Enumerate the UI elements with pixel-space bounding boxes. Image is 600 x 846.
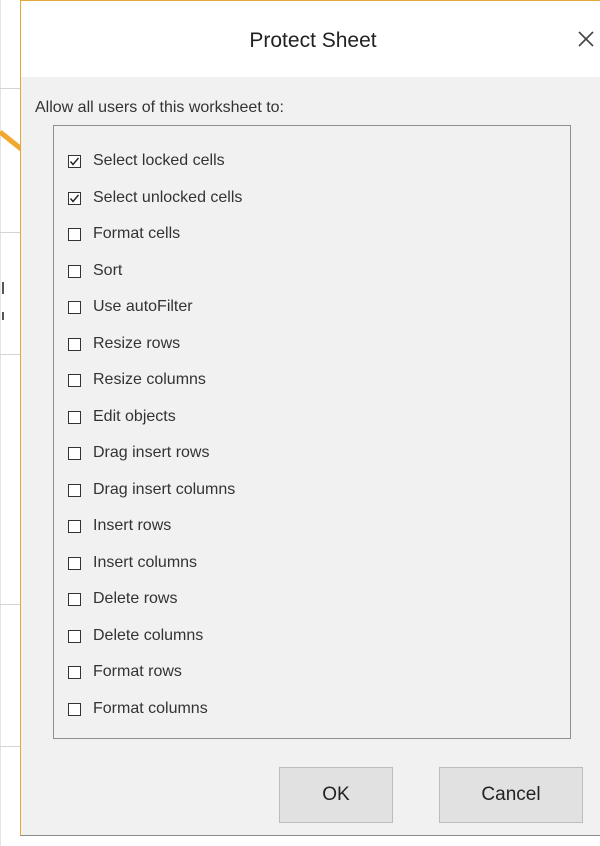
permission-option-label: Drag insert rows [93, 444, 210, 461]
permission-option[interactable]: Format columns [68, 697, 208, 721]
sheet-cell-marker [2, 312, 4, 320]
permission-option[interactable]: Delete columns [68, 624, 203, 648]
permission-checkbox[interactable] [68, 665, 81, 679]
close-icon [578, 31, 594, 47]
permission-checkbox[interactable] [68, 556, 81, 570]
permission-option[interactable]: Use autoFilter [68, 295, 193, 319]
permission-option-label: Select locked cells [93, 152, 225, 169]
permission-checkbox[interactable] [68, 191, 81, 205]
permission-checkbox[interactable] [68, 373, 81, 387]
permission-option[interactable]: Format cells [68, 222, 180, 246]
sheet-gridline [0, 232, 20, 233]
permission-option[interactable]: Sort [68, 259, 122, 283]
sheet-gridline [0, 746, 20, 747]
ok-button[interactable]: OK [279, 767, 393, 823]
permission-option-label: Delete rows [93, 590, 178, 607]
permission-option-label: Insert columns [93, 554, 198, 571]
sheet-cell-marker [2, 282, 4, 294]
permission-checkbox[interactable] [68, 592, 81, 606]
permission-option-label: Use autoFilter [93, 298, 193, 315]
permission-option-label: Resize columns [93, 371, 206, 388]
checkmark-icon [69, 157, 80, 166]
checkmark-icon [69, 194, 80, 203]
permission-checkbox[interactable] [68, 154, 81, 168]
permission-option[interactable]: Insert columns [68, 551, 197, 575]
permission-option-label: Drag insert columns [93, 481, 236, 498]
permission-option-label: Format rows [93, 663, 182, 680]
permission-option[interactable]: Drag insert rows [68, 441, 209, 465]
permission-option[interactable]: Resize columns [68, 368, 206, 392]
permission-option[interactable]: Resize rows [68, 332, 180, 356]
permission-checkbox[interactable] [68, 337, 81, 351]
permission-checkbox[interactable] [68, 483, 81, 497]
permission-option[interactable]: Drag insert columns [68, 478, 235, 502]
permission-checkbox[interactable] [68, 227, 81, 241]
permission-option-label: Sort [93, 262, 123, 279]
sheet-gridline [0, 604, 20, 605]
dialog-title: Protect Sheet [249, 29, 377, 52]
sheet-gridline [0, 354, 20, 355]
dialog-title-bar: Protect Sheet [21, 1, 600, 77]
permission-option-label: Select unlocked cells [93, 189, 243, 206]
permission-option-label: Edit objects [93, 408, 176, 425]
close-button[interactable] [567, 23, 600, 55]
permission-option[interactable]: Select unlocked cells [68, 186, 242, 210]
protect-sheet-dialog: Protect Sheet Allow all users of this wo… [20, 0, 600, 836]
permission-option-label: Delete columns [93, 627, 204, 644]
permission-option[interactable]: Format rows [68, 660, 182, 684]
permission-option[interactable]: Delete rows [68, 587, 177, 611]
permission-option-label: Format columns [93, 700, 208, 717]
permission-option-label: Format cells [93, 225, 181, 242]
permission-checkbox[interactable] [68, 300, 81, 314]
permission-option[interactable]: Insert rows [68, 514, 171, 538]
permission-option[interactable]: Select locked cells [68, 149, 225, 173]
sheet-gridline [0, 88, 20, 89]
permission-checkbox[interactable] [68, 702, 81, 716]
permissions-list: Select locked cells Select unlocked cells… [53, 125, 571, 739]
permission-option-label: Resize rows [93, 335, 181, 352]
permission-checkbox[interactable] [68, 264, 81, 278]
permission-checkbox[interactable] [68, 446, 81, 460]
permission-checkbox[interactable] [68, 519, 81, 533]
cancel-button[interactable]: Cancel [439, 767, 583, 823]
permission-option-label: Insert rows [93, 517, 172, 534]
permission-checkbox[interactable] [68, 410, 81, 424]
permission-checkbox[interactable] [68, 629, 81, 643]
permissions-prompt: Allow all users of this worksheet to: [35, 99, 284, 116]
permission-option[interactable]: Edit objects [68, 405, 176, 429]
